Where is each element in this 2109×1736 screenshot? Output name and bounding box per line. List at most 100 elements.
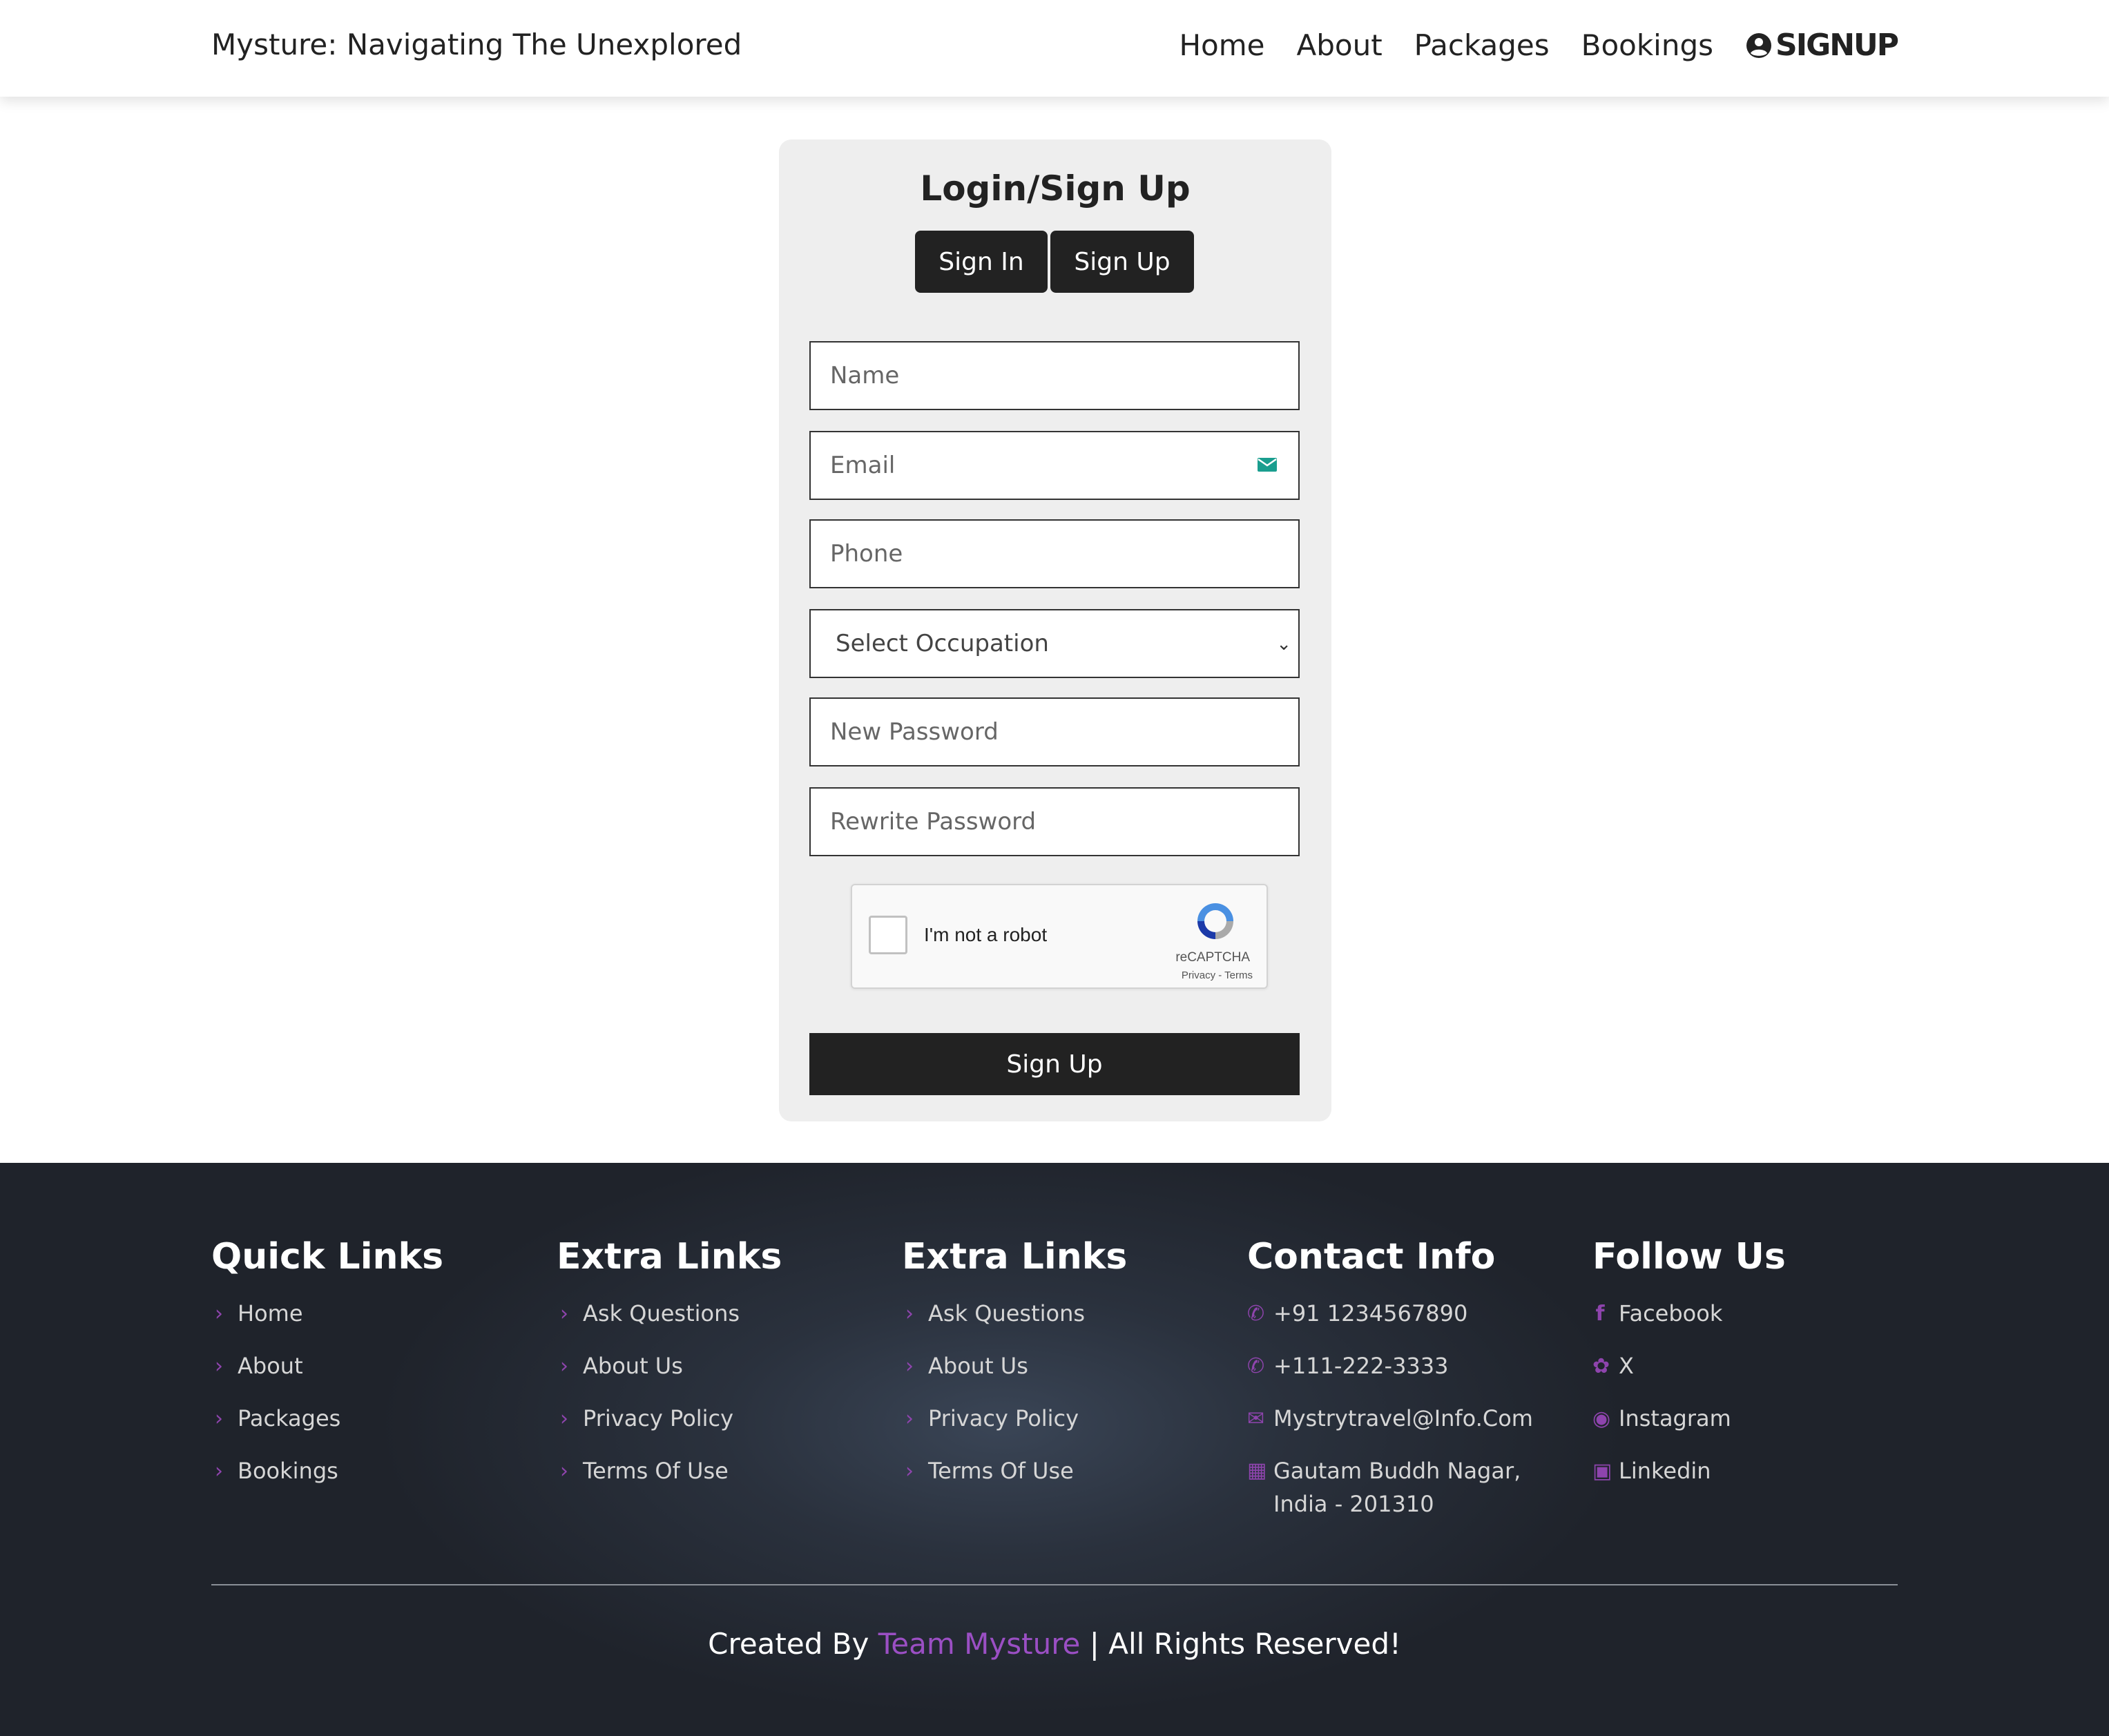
name-input[interactable]	[809, 341, 1300, 410]
map-icon: ▦	[1247, 1458, 1267, 1483]
nav-home[interactable]: Home	[1179, 28, 1264, 62]
footer-link-label: Privacy Policy	[583, 1405, 734, 1431]
footer-link-label: Bookings	[238, 1458, 338, 1484]
auth-toggle: Sign In Sign Up	[915, 231, 1194, 293]
footer-divider	[211, 1584, 1898, 1585]
chevron-right-icon: ›	[905, 1353, 914, 1378]
signup-label: SIGNUP	[1775, 28, 1899, 63]
footer-credit: Created By Team Mysture | All Rights Res…	[0, 1627, 2109, 1661]
recaptcha-links[interactable]: Privacy - Terms	[1182, 970, 1253, 981]
social-label: X	[1619, 1353, 1634, 1379]
chevron-right-icon: ›	[560, 1458, 568, 1483]
chevron-right-icon: ›	[905, 1301, 914, 1326]
footer-link-label: Packages	[238, 1405, 341, 1431]
footer-contact-info: Contact Info ✆ +91 1234567890 ✆ +111-222-3…	[1247, 1236, 1537, 1540]
card-title: Login/Sign Up	[920, 168, 1191, 209]
footer-link-ask-questions[interactable]: › Ask Questions	[902, 1297, 1127, 1330]
footer-link-terms[interactable]: › Terms Of Use	[902, 1454, 1127, 1487]
main-nav: Home About Packages Bookings SIGNUP	[1179, 28, 1899, 63]
linkedin-icon: ▣	[1592, 1458, 1612, 1483]
footer-link-about-us[interactable]: › About Us	[902, 1349, 1127, 1382]
contact-email[interactable]: ✉ Mystrytravel@Info.Com	[1247, 1402, 1537, 1435]
recaptcha-brand: reCAPTCHA	[1175, 950, 1250, 965]
footer-extra-links-1: Extra Links › Ask Questions › About Us › Pr…	[557, 1236, 782, 1507]
phone-icon: ✆	[1247, 1301, 1265, 1326]
social-instagram[interactable]: ◉ Instagram	[1592, 1402, 1786, 1435]
chevron-right-icon: ›	[560, 1301, 568, 1326]
chevron-right-icon: ›	[215, 1458, 223, 1483]
footer-link-label: Ask Questions	[583, 1300, 740, 1327]
footer-link-privacy[interactable]: › Privacy Policy	[902, 1402, 1127, 1435]
phone-icon: ✆	[1247, 1353, 1265, 1378]
contact-email-text: Mystrytravel@Info.Com	[1273, 1405, 1533, 1431]
rewrite-password-input[interactable]	[809, 787, 1300, 856]
recaptcha-label: I'm not a robot	[924, 924, 1048, 945]
site-brand[interactable]: Mysture: Navigating The Unexplored	[211, 28, 742, 61]
social-label: Instagram	[1619, 1405, 1731, 1431]
recaptcha-checkbox[interactable]	[869, 916, 907, 954]
sign-in-tab-button[interactable]: Sign In	[915, 231, 1048, 293]
contact-address-text: Gautam Buddh Nagar, India - 201310	[1273, 1458, 1521, 1517]
social-label: Facebook	[1619, 1300, 1723, 1327]
phone-input[interactable]	[809, 519, 1300, 588]
footer-heading: Quick Links	[211, 1236, 444, 1277]
social-facebook[interactable]: f Facebook	[1592, 1297, 1786, 1330]
facebook-icon: f	[1595, 1301, 1605, 1326]
envelope-icon: ✉	[1247, 1406, 1265, 1431]
sign-up-tab-button[interactable]: Sign Up	[1050, 231, 1194, 293]
footer-link-label: Privacy Policy	[928, 1405, 1079, 1431]
footer-extra-links-2: Extra Links › Ask Questions › About Us › Pr…	[902, 1236, 1127, 1507]
credit-suffix: | All Rights Reserved!	[1089, 1627, 1401, 1661]
occupation-select[interactable]: Select Occupation ⌄	[809, 609, 1300, 678]
footer-link-about[interactable]: › About	[211, 1349, 443, 1382]
user-circle-icon	[1746, 32, 1772, 58]
contact-phone-2[interactable]: ✆ +111-222-3333	[1247, 1349, 1537, 1382]
chevron-right-icon: ›	[905, 1458, 914, 1483]
envelope-icon[interactable]	[1257, 456, 1278, 474]
nav-signup-link[interactable]: SIGNUP	[1745, 28, 1899, 63]
contact-phone-1[interactable]: ✆ +91 1234567890	[1247, 1297, 1537, 1330]
twitter-icon: ✿	[1592, 1353, 1610, 1378]
footer-heading: Follow Us	[1592, 1236, 1786, 1277]
footer-link-bookings[interactable]: › Bookings	[211, 1454, 443, 1487]
credit-prefix: Created By	[708, 1627, 869, 1661]
chevron-right-icon: ›	[560, 1406, 568, 1431]
sign-up-submit-button[interactable]: Sign Up	[809, 1033, 1300, 1095]
email-input[interactable]	[809, 431, 1300, 500]
footer-link-ask-questions[interactable]: › Ask Questions	[557, 1297, 782, 1330]
new-password-input[interactable]	[809, 697, 1300, 766]
social-linkedin[interactable]: ▣ Linkedin	[1592, 1454, 1786, 1487]
chevron-down-icon: ⌄	[1276, 634, 1291, 655]
social-x[interactable]: ✿ X	[1592, 1349, 1786, 1382]
footer-link-label: About	[238, 1353, 303, 1379]
footer-heading: Extra Links	[557, 1236, 782, 1277]
footer-link-label: Terms Of Use	[583, 1458, 729, 1484]
footer-link-label: About Us	[928, 1353, 1028, 1379]
footer-heading: Extra Links	[902, 1236, 1128, 1277]
nav-packages[interactable]: Packages	[1414, 28, 1550, 62]
nav-about[interactable]: About	[1296, 28, 1382, 62]
footer-link-label: Home	[238, 1300, 303, 1327]
nav-bookings[interactable]: Bookings	[1581, 28, 1713, 62]
recaptcha-logo-icon	[1197, 903, 1233, 939]
recaptcha-widget: I'm not a robot reCAPTCHA Privacy - Term…	[851, 884, 1268, 989]
contact-address: ▦ Gautam Buddh Nagar, India - 201310	[1247, 1454, 1537, 1521]
footer-link-label: About Us	[583, 1353, 683, 1379]
footer-link-about-us[interactable]: › About Us	[557, 1349, 782, 1382]
chevron-right-icon: ›	[905, 1406, 914, 1431]
footer-heading: Contact Info	[1247, 1236, 1496, 1277]
footer-link-label: Terms Of Use	[928, 1458, 1074, 1484]
instagram-icon: ◉	[1592, 1406, 1611, 1431]
footer-link-privacy[interactable]: › Privacy Policy	[557, 1402, 782, 1435]
contact-phone-2-text: +111-222-3333	[1273, 1353, 1449, 1379]
chevron-right-icon: ›	[560, 1353, 568, 1378]
footer-link-home[interactable]: › Home	[211, 1297, 443, 1330]
footer-link-packages[interactable]: › Packages	[211, 1402, 443, 1435]
footer-link-terms[interactable]: › Terms Of Use	[557, 1454, 782, 1487]
credit-team-link[interactable]: Team Mysture	[878, 1627, 1081, 1661]
chevron-right-icon: ›	[215, 1406, 223, 1431]
footer-link-label: Ask Questions	[928, 1300, 1086, 1327]
footer-quick-links: Quick Links › Home › About › Packages › Book…	[211, 1236, 443, 1507]
top-navbar: Mysture: Navigating The Unexplored Home …	[0, 0, 2109, 97]
contact-phone-1-text: +91 1234567890	[1273, 1300, 1468, 1327]
